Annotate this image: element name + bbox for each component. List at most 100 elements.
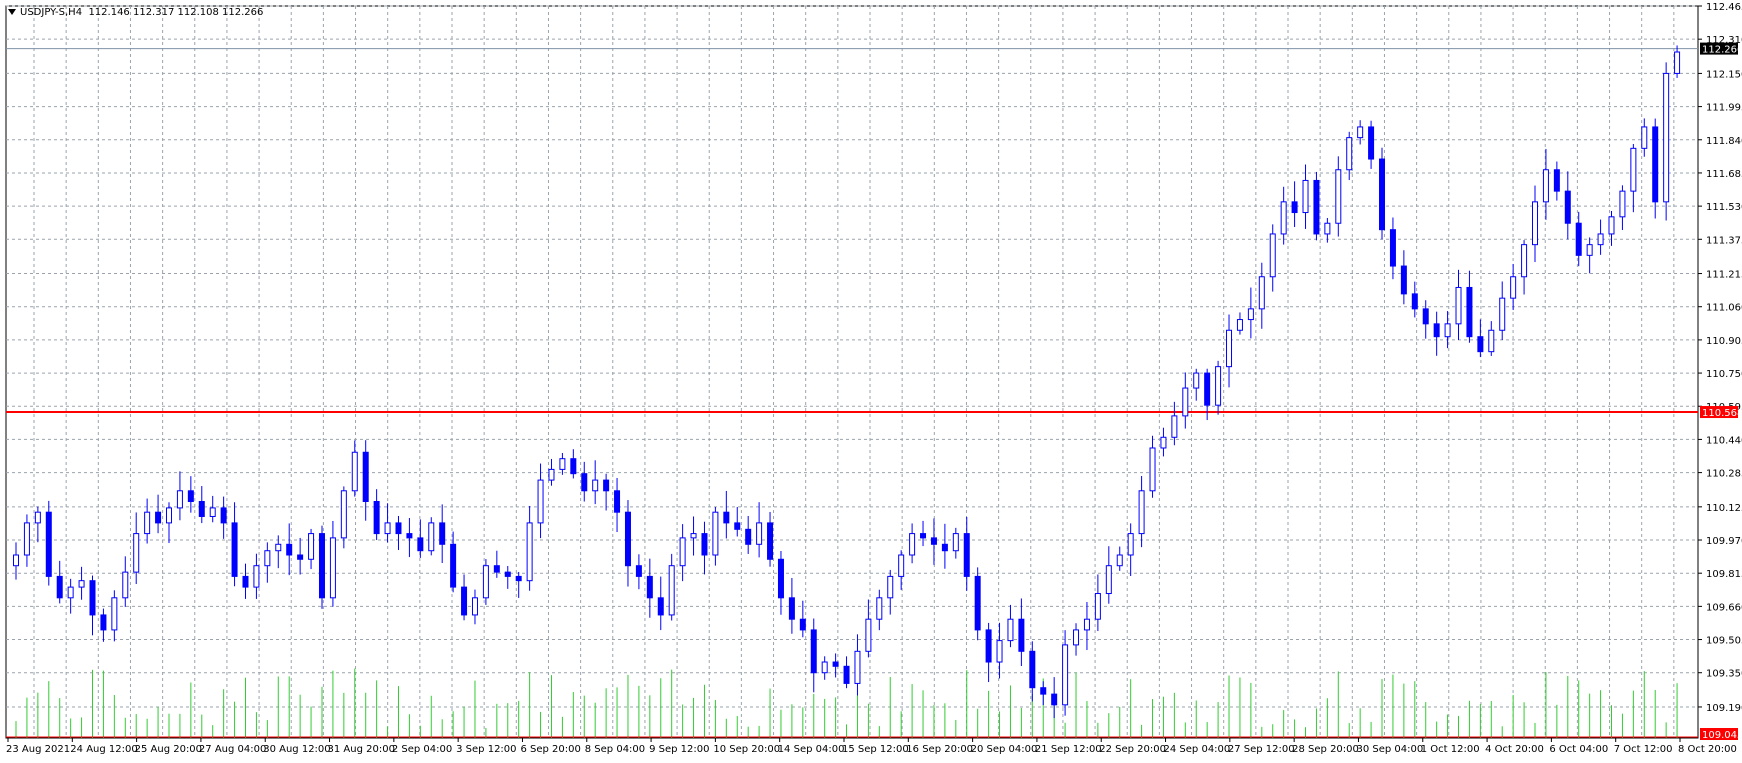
candle-bull bbox=[952, 533, 959, 552]
candle-bull bbox=[679, 537, 686, 567]
candle-bear bbox=[406, 533, 413, 539]
candle-bear bbox=[1291, 201, 1298, 214]
y-tick-label: 111.060 bbox=[1706, 303, 1742, 314]
candle-bull bbox=[876, 597, 883, 620]
chart-canvas[interactable]: 112.465112.310112.150111.995111.840111.6… bbox=[0, 0, 1742, 763]
x-tick-label: 10 Sep 20:00 bbox=[713, 744, 780, 755]
candle-bull bbox=[482, 565, 489, 599]
y-tick-label: 111.215 bbox=[1706, 270, 1742, 281]
candle-bull bbox=[1542, 169, 1549, 203]
candle-bear bbox=[624, 511, 631, 567]
x-tick-label: 8 Oct 20:00 bbox=[1678, 744, 1737, 755]
y-tick-label: 110.285 bbox=[1706, 469, 1742, 480]
candle-bull bbox=[1619, 190, 1626, 218]
candle-bull bbox=[111, 597, 118, 631]
candle-bear bbox=[1040, 687, 1047, 695]
candle-bear bbox=[373, 500, 380, 535]
candle-bear bbox=[734, 522, 741, 530]
candle-bull bbox=[471, 597, 478, 616]
candle-bull bbox=[1280, 201, 1287, 235]
candle-bear bbox=[635, 565, 642, 577]
candle-bear bbox=[220, 507, 227, 524]
candle-bear bbox=[843, 665, 850, 684]
candle-bear bbox=[745, 528, 752, 545]
candle-bear bbox=[723, 511, 730, 524]
candle-bull bbox=[1335, 169, 1342, 224]
candle-bull bbox=[1105, 565, 1112, 595]
x-tick-label: 16 Sep 20:00 bbox=[906, 744, 973, 755]
candle-bear bbox=[985, 629, 992, 663]
x-tick-label: 4 Oct 20:00 bbox=[1485, 744, 1544, 755]
candle-bear bbox=[581, 473, 588, 492]
x-tick-label: 25 Aug 20:00 bbox=[135, 744, 202, 755]
x-tick-label: 31 Aug 20:00 bbox=[328, 744, 395, 755]
candle-bear bbox=[614, 490, 621, 513]
x-tick-label: 24 Sep 04:00 bbox=[1164, 744, 1231, 755]
candle-bull bbox=[209, 507, 216, 517]
y-tick-label: 109.815 bbox=[1706, 569, 1742, 580]
x-tick-label: 14 Sep 04:00 bbox=[778, 744, 845, 755]
candle-bull bbox=[1455, 286, 1462, 325]
candle-bear bbox=[1575, 222, 1582, 256]
candle-bear bbox=[461, 586, 468, 616]
candle-bear bbox=[242, 575, 249, 588]
x-tick-label: 8 Sep 04:00 bbox=[585, 744, 645, 755]
candle-bull bbox=[1510, 276, 1517, 299]
y-tick-label: 111.995 bbox=[1706, 103, 1742, 114]
candle-bear bbox=[1433, 323, 1440, 338]
candle-bull bbox=[1663, 72, 1670, 203]
candle-bear bbox=[657, 597, 664, 616]
candle-bear bbox=[603, 479, 610, 492]
candle-bull bbox=[1149, 447, 1156, 492]
candle-bear bbox=[920, 533, 927, 539]
x-tick-label: 20 Sep 04:00 bbox=[971, 744, 1038, 755]
x-tick-label: 15 Sep 12:00 bbox=[842, 744, 909, 755]
price-axis: 112.465112.310112.150111.995111.840111.6… bbox=[1698, 2, 1742, 741]
collapse-triangle-icon[interactable] bbox=[8, 9, 16, 15]
candle-bull bbox=[308, 533, 315, 560]
x-tick-label: 2 Sep 04:00 bbox=[392, 744, 452, 755]
candle-bull bbox=[1302, 179, 1309, 214]
candle-bull bbox=[887, 575, 894, 599]
candle-bear bbox=[395, 522, 402, 535]
candle-bull bbox=[712, 511, 719, 556]
y-tick-label: 111.685 bbox=[1706, 169, 1742, 180]
x-tick-label: 27 Sep 12:00 bbox=[1228, 744, 1295, 755]
candle-bull bbox=[1269, 233, 1276, 278]
candle-bear bbox=[504, 571, 511, 577]
candle-bear bbox=[788, 597, 795, 620]
candle-bull bbox=[1521, 244, 1528, 278]
candle-bull bbox=[1127, 533, 1134, 556]
candle-bear bbox=[777, 558, 784, 599]
candle-bull bbox=[909, 533, 916, 556]
candle-bull bbox=[122, 571, 129, 599]
candle-bull bbox=[23, 522, 30, 556]
candle-bull bbox=[1324, 222, 1331, 235]
candle-bear bbox=[1389, 229, 1396, 267]
candle-bear bbox=[941, 543, 948, 552]
x-tick-label: 24 Aug 12:00 bbox=[70, 744, 137, 755]
candle-bear bbox=[930, 537, 937, 545]
candle-bear bbox=[1379, 158, 1386, 231]
x-tick-label: 21 Sep 12:00 bbox=[1035, 744, 1102, 755]
x-tick-label: 7 Oct 12:00 bbox=[1614, 744, 1673, 755]
candle-bull bbox=[1062, 644, 1069, 706]
candle-bear bbox=[1652, 126, 1659, 203]
candle-bull bbox=[340, 490, 347, 539]
candle-bear bbox=[45, 511, 52, 577]
candle-bull bbox=[176, 490, 183, 509]
candle-bull bbox=[548, 468, 555, 481]
y-tick-label: 111.530 bbox=[1706, 202, 1742, 213]
candle-bear bbox=[318, 533, 325, 599]
candle-bull bbox=[1083, 618, 1090, 631]
candle-bear bbox=[1411, 293, 1418, 310]
candle-bull bbox=[526, 522, 533, 582]
chart-window[interactable]: 112.465112.310112.150111.995111.840111.6… bbox=[0, 0, 1742, 763]
chart-header: USDJPY-S,H4 112.146 112.317 112.108 112.… bbox=[8, 7, 263, 18]
candle-bull bbox=[329, 537, 336, 599]
level-price-label: 110.568 bbox=[1702, 408, 1742, 419]
candle-bear bbox=[646, 575, 653, 599]
candle-bear bbox=[1313, 179, 1320, 235]
candle-bull bbox=[996, 640, 1003, 663]
candle-bull bbox=[1171, 415, 1178, 438]
